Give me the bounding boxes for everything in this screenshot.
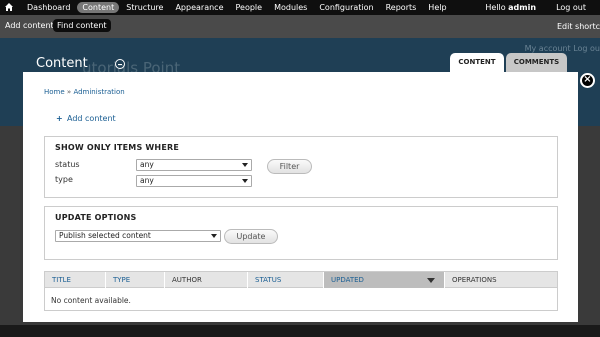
greeting-prefix: Hello: [485, 3, 509, 12]
type-select[interactable]: any: [136, 175, 252, 187]
tab-comments[interactable]: COMMENTS: [506, 53, 567, 72]
tab-content[interactable]: CONTENT: [450, 53, 504, 72]
status-label: status: [55, 160, 80, 169]
shortcut-find-content[interactable]: Find content: [53, 19, 111, 32]
filter-fieldset: SHOW ONLY ITEMS WHERE status any type an…: [44, 136, 558, 198]
chevron-down-icon: [242, 179, 248, 183]
menu-item-people[interactable]: People: [231, 2, 268, 13]
update-action-value: Publish selected content: [59, 231, 151, 240]
menu-item-structure[interactable]: Structure: [121, 2, 168, 13]
chevron-down-icon: [211, 234, 217, 238]
type-label: type: [55, 175, 73, 184]
table-header: TITLE TYPE AUTHOR STATUS UPDATED OPERATI…: [45, 272, 557, 288]
column-status[interactable]: STATUS: [248, 272, 324, 288]
home-icon[interactable]: [5, 3, 13, 11]
column-type[interactable]: TYPE: [106, 272, 165, 288]
header-user-links: My account Log ou: [524, 44, 600, 53]
overlay-title: Content: [36, 56, 88, 71]
empty-table-message: No content available.: [51, 296, 131, 305]
column-updated[interactable]: UPDATED: [324, 272, 445, 288]
filter-button[interactable]: Filter: [267, 159, 312, 174]
admin-menu: Dashboard Content Structure Appearance P…: [22, 0, 454, 15]
plus-icon: +: [56, 114, 63, 123]
menu-item-help[interactable]: Help: [423, 2, 451, 13]
column-title[interactable]: TITLE: [45, 272, 106, 288]
update-fieldset: UPDATE OPTIONS Publish selected content …: [44, 206, 558, 260]
status-select-value: any: [140, 160, 154, 169]
update-button[interactable]: Update: [224, 229, 278, 244]
column-operations: OPERATIONS: [452, 276, 497, 284]
breadcrumb-home[interactable]: Home: [44, 88, 65, 96]
close-icon[interactable]: ×: [580, 73, 595, 88]
edit-shortcuts-link[interactable]: Edit shortc: [557, 22, 600, 31]
menu-item-appearance[interactable]: Appearance: [170, 2, 228, 13]
update-action-select[interactable]: Publish selected content: [55, 230, 221, 242]
update-legend: UPDATE OPTIONS: [55, 213, 137, 222]
menu-item-content[interactable]: Content: [77, 2, 120, 13]
filter-legend: SHOW ONLY ITEMS WHERE: [55, 143, 180, 152]
column-author: AUTHOR: [165, 272, 248, 288]
toolbar-user-area: Hello admin Log out: [485, 0, 586, 15]
menu-item-reports[interactable]: Reports: [381, 2, 422, 13]
breadcrumb-separator: »: [66, 88, 72, 96]
breadcrumb-administration[interactable]: Administration: [73, 88, 124, 96]
sort-descending-icon: [427, 278, 435, 283]
add-content-link[interactable]: + Add content: [56, 114, 116, 123]
shortcut-bar: Add content Find content Edit shortc: [0, 15, 600, 38]
menu-item-configuration[interactable]: Configuration: [314, 2, 378, 13]
type-select-value: any: [140, 176, 154, 185]
overlay-panel: Home » Administration + Add content SHOW …: [23, 72, 578, 322]
breadcrumb: Home » Administration: [44, 88, 125, 96]
admin-toolbar: Dashboard Content Structure Appearance P…: [0, 0, 600, 15]
column-updated-label: UPDATED: [331, 276, 364, 284]
status-select[interactable]: any: [136, 159, 252, 171]
shortcut-add-content[interactable]: Add content: [1, 19, 58, 32]
chevron-down-icon: [242, 163, 248, 167]
menu-item-dashboard[interactable]: Dashboard: [22, 2, 75, 13]
add-content-label: Add content: [67, 114, 116, 123]
username-link[interactable]: admin: [508, 3, 536, 12]
content-table: TITLE TYPE AUTHOR STATUS UPDATED OPERATI…: [44, 271, 558, 311]
logout-link[interactable]: Log out: [556, 3, 586, 12]
menu-item-modules[interactable]: Modules: [269, 2, 312, 13]
remove-shortcut-icon[interactable]: [115, 59, 125, 69]
greeting: Hello admin: [485, 3, 536, 12]
background-footer: [0, 325, 600, 337]
